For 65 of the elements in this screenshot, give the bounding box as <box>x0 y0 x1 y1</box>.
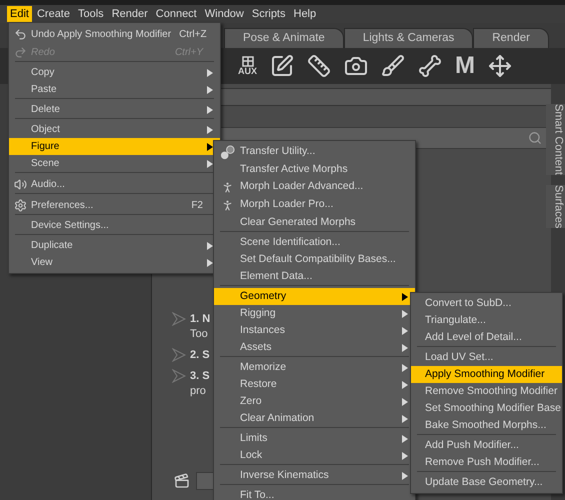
menu-item[interactable]: Figure <box>9 138 220 155</box>
edit-tool-icon[interactable] <box>270 54 294 78</box>
menu-item[interactable]: Delete <box>9 101 220 118</box>
undo-icon <box>14 28 26 40</box>
menu-item[interactable]: Scene Identification... <box>214 234 415 251</box>
menu-item[interactable]: Morph Loader Pro... <box>214 196 415 214</box>
menu-bar-item[interactable]: Tools <box>75 6 107 22</box>
menu-item[interactable]: Triangulate... <box>411 312 562 329</box>
aux-tool[interactable]: AUX <box>238 56 258 76</box>
brush-tool-icon[interactable] <box>381 54 406 78</box>
menu-item[interactable]: Apply Smoothing Modifier <box>411 366 562 383</box>
tab[interactable]: Pose & Animate <box>224 28 344 48</box>
menu-item[interactable]: Add Push Modifier... <box>411 437 562 454</box>
clapperboard-icon <box>174 473 190 489</box>
tab[interactable]: Lights & Cameras <box>344 28 474 48</box>
tab[interactable]: Render <box>473 28 549 48</box>
step-number: 1. N <box>190 312 210 327</box>
speaker-icon <box>14 178 26 190</box>
settings-icon <box>14 198 26 212</box>
step-number: 2. S <box>190 348 210 363</box>
side-tab[interactable]: Surfaces <box>546 184 565 228</box>
figure-icon <box>220 198 234 212</box>
menu-item[interactable]: Geometry <box>214 288 415 305</box>
submenu-arrow-icon <box>207 106 213 114</box>
menu-item[interactable]: Morph Loader Advanced... <box>214 178 415 196</box>
menu-item[interactable]: Copy <box>9 64 220 81</box>
menu-item[interactable]: Update Base Geometry... <box>411 474 562 491</box>
menu-item[interactable]: Set Smoothing Modifier Base <box>411 400 562 417</box>
grid-icon <box>242 56 254 67</box>
pointer-icon <box>172 312 186 326</box>
step-text: Too <box>190 327 209 342</box>
menu-bar-item[interactable]: Window <box>202 6 247 22</box>
menu-item[interactable]: Remove Push Modifier... <box>411 454 562 471</box>
figure-icon <box>220 180 234 194</box>
menu-bar-item[interactable]: Connect <box>152 6 200 22</box>
menu-item[interactable]: Clear Generated Morphs <box>214 214 415 231</box>
morph-tool[interactable]: M <box>455 54 476 78</box>
menu-item[interactable]: Transfer Active Morphs <box>214 161 415 178</box>
search-icon <box>528 131 542 145</box>
menu-item[interactable]: Set Default Compatibility Bases... <box>214 251 415 268</box>
menu-item[interactable]: Load UV Set... <box>411 349 562 366</box>
menu-item[interactable]: Paste <box>9 81 220 98</box>
side-tab[interactable]: Smart Content <box>546 104 565 175</box>
menu-item[interactable]: Undo Apply Smoothing Modifier Ctrl+Z <box>9 25 220 43</box>
menu-item[interactable]: Add Level of Detail... <box>411 329 562 346</box>
menu-item[interactable]: Bake Smoothed Morphs... <box>411 417 562 434</box>
menu-bar-item[interactable]: Render <box>108 6 151 22</box>
submenu-arrow-icon <box>207 68 213 76</box>
menu-bar-item[interactable]: Help <box>290 6 320 22</box>
menu-bar-item[interactable]: Create <box>34 6 73 22</box>
circles-icon <box>220 144 234 160</box>
move-tool-icon[interactable] <box>488 54 512 78</box>
step-number: 3. S <box>190 369 210 384</box>
redo-icon <box>14 46 26 58</box>
ruler-tool-icon[interactable] <box>307 54 332 78</box>
menu-bar-item[interactable]: Edit <box>7 6 32 22</box>
camera-tool-icon[interactable] <box>344 54 368 78</box>
menu-bar-item[interactable]: Scripts <box>248 6 288 22</box>
bone-tool-icon[interactable] <box>418 54 442 78</box>
menu-item[interactable]: Element Data... <box>214 268 415 285</box>
step-text: pro <box>190 384 207 399</box>
menu-item[interactable]: Remove Smoothing Modifier <box>411 383 562 400</box>
pointer-icon <box>172 369 186 383</box>
pointer-icon <box>172 348 186 362</box>
submenu-arrow-icon <box>207 86 213 94</box>
